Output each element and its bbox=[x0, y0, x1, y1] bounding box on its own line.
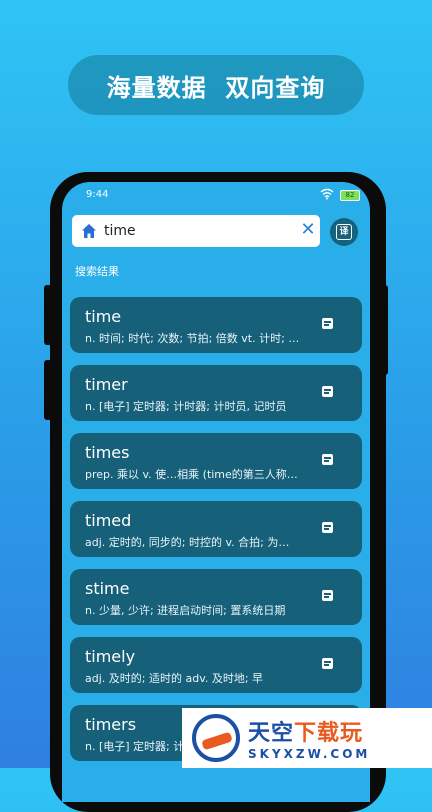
result-definition: adj. 及时的; 适时的 adv. 及时地; 早 bbox=[85, 672, 264, 685]
watermark-url: SKYXZW.COM bbox=[248, 747, 371, 761]
result-word: timer bbox=[85, 375, 128, 394]
watermark-text: 天空下载玩 SKYXZW.COM bbox=[248, 715, 370, 761]
watermark-logo-icon bbox=[192, 714, 240, 762]
result-list: time n. 时间; 时代; 次数; 节拍; 倍数 vt. 计时; 测时; 为… bbox=[70, 297, 362, 773]
result-word: stime bbox=[85, 579, 130, 598]
result-definition: n. 时间; 时代; 次数; 节拍; 倍数 vt. 计时; 测时; 为…安排时间 bbox=[85, 332, 300, 345]
list-item[interactable]: time n. 时间; 时代; 次数; 节拍; 倍数 vt. 计时; 测时; 为… bbox=[70, 297, 362, 353]
clear-icon[interactable]: ✕ bbox=[298, 220, 318, 240]
note-icon[interactable] bbox=[322, 318, 333, 329]
result-definition: prep. 乘以 v. 使…相乘 (time的第三人称单数) bbox=[85, 468, 300, 481]
watermark-title: 天空下载玩 bbox=[248, 715, 370, 747]
result-word: times bbox=[85, 443, 130, 462]
note-icon[interactable] bbox=[322, 522, 333, 533]
search-input[interactable] bbox=[104, 219, 284, 243]
search-bar: ✕ bbox=[72, 215, 320, 247]
translate-icon: 译 bbox=[336, 224, 352, 240]
status-time: 9:44 bbox=[86, 189, 109, 200]
home-icon[interactable] bbox=[80, 222, 98, 240]
note-icon[interactable] bbox=[322, 386, 333, 397]
watermark: 天空下载玩 SKYXZW.COM bbox=[182, 708, 432, 768]
result-definition: n. 少量, 少许; 进程启动时间; 置系统日期 bbox=[85, 604, 286, 617]
results-label: 搜索结果 bbox=[75, 265, 119, 278]
status-bar: 9:44 82 bbox=[62, 188, 370, 204]
result-word: timers bbox=[85, 715, 137, 734]
note-icon[interactable] bbox=[322, 454, 333, 465]
result-word: timed bbox=[85, 511, 132, 530]
list-item[interactable]: times prep. 乘以 v. 使…相乘 (time的第三人称单数) bbox=[70, 433, 362, 489]
promo-banner: 海量数据 双向查询 bbox=[68, 55, 364, 115]
result-definition: adj. 定时的, 同步的; 时控的 v. 合拍; 为…安排时间 bbox=[85, 536, 300, 549]
note-icon[interactable] bbox=[322, 658, 333, 669]
note-icon[interactable] bbox=[322, 590, 333, 601]
watermark-title-part: 天空 bbox=[248, 721, 295, 746]
list-item[interactable]: stime n. 少量, 少许; 进程启动时间; 置系统日期 bbox=[70, 569, 362, 625]
banner-title: 海量数据 双向查询 bbox=[106, 73, 326, 102]
result-word: time bbox=[85, 307, 122, 326]
result-definition: n. [电子] 定时器; 计时器; 计时员, 记时员 bbox=[85, 400, 287, 413]
watermark-title-accent: 下载玩 bbox=[294, 721, 364, 746]
translate-button[interactable]: 译 bbox=[330, 218, 358, 246]
result-word: timely bbox=[85, 647, 136, 666]
list-item[interactable]: timer n. [电子] 定时器; 计时器; 计时员, 记时员 bbox=[70, 365, 362, 421]
battery-icon: 82 bbox=[340, 190, 360, 201]
list-item[interactable]: timed adj. 定时的, 同步的; 时控的 v. 合拍; 为…安排时间 bbox=[70, 501, 362, 557]
list-item[interactable]: timely adj. 及时的; 适时的 adv. 及时地; 早 bbox=[70, 637, 362, 693]
wifi-icon bbox=[320, 188, 334, 203]
